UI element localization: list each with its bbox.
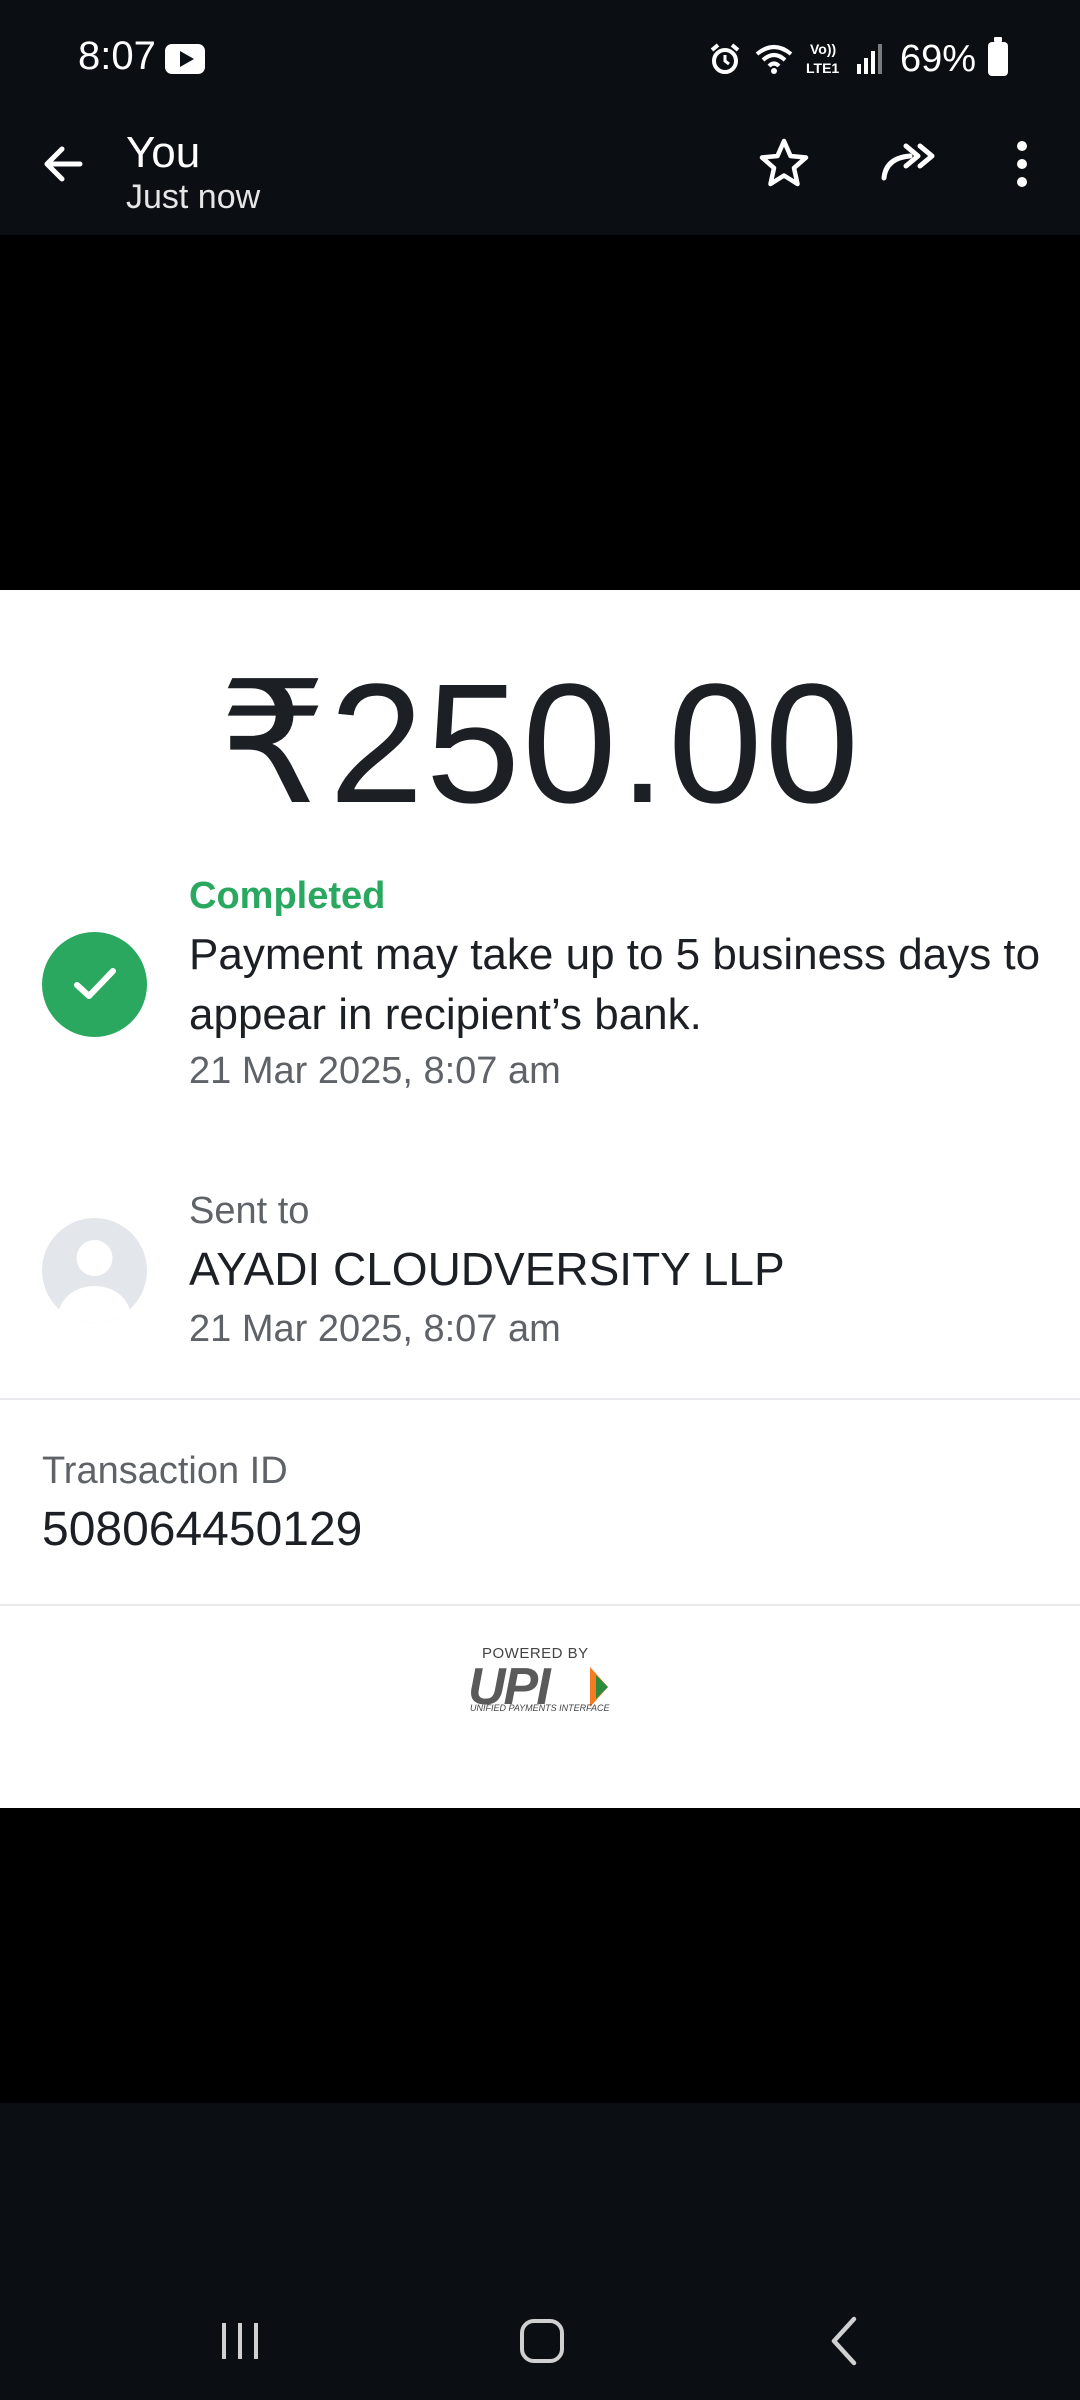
avatar [42, 1218, 147, 1323]
signal-icon [856, 44, 882, 74]
battery-icon [988, 37, 1008, 76]
media-letterbox-bottom [0, 1808, 1080, 2103]
battery-percent: 69% [899, 37, 976, 80]
home-icon[interactable] [502, 2301, 582, 2381]
back-icon[interactable] [806, 2301, 886, 2381]
transaction-id-label: Transaction ID [42, 1450, 288, 1492]
star-icon[interactable] [752, 132, 816, 196]
upi-arrow-icon [590, 1667, 608, 1707]
payment-amount: ₹250.00 [218, 649, 862, 839]
recents-icon[interactable] [200, 2301, 280, 2381]
volte-icon: Vo)) LTE1 [806, 41, 839, 76]
status-bar: 8:07 Vo)) LTE1 69% [0, 0, 1080, 120]
status-message: Payment may take up to 5 business days t… [189, 930, 1041, 1039]
alarm-icon [710, 43, 740, 74]
forward-icon[interactable] [876, 132, 940, 196]
transaction-id: 508064450129 [42, 1503, 363, 1556]
divider [0, 1604, 1080, 1606]
sent-to-label: Sent to [189, 1190, 310, 1232]
recipient-name: AYADI CLOUDVERSITY LLP [189, 1243, 785, 1295]
youtube-notification-icon [165, 44, 205, 74]
divider [0, 1398, 1080, 1400]
system-nav-bar [0, 2103, 1080, 2400]
status-timestamp: 21 Mar 2025, 8:07 am [189, 1050, 561, 1092]
payment-receipt: ₹250.00 Completed Payment may take up to… [0, 590, 1080, 1808]
status-label: Completed [189, 875, 386, 917]
sent-timestamp: 21 Mar 2025, 8:07 am [189, 1308, 561, 1350]
clock: 8:07 [78, 34, 156, 78]
back-arrow-icon[interactable] [36, 136, 92, 192]
svg-text:LTE1: LTE1 [806, 60, 839, 76]
upi-tagline: UNIFIED PAYMENTS INTERFACE [470, 1703, 610, 1713]
chat-subtitle: Just now [126, 178, 261, 216]
app-bar: You Just now [0, 120, 1080, 235]
wifi-icon [755, 45, 793, 74]
more-vert-icon[interactable] [990, 132, 1054, 196]
status-icons: Vo)) LTE1 69% [708, 34, 1008, 84]
media-letterbox-top [0, 235, 1080, 590]
svg-text:Vo)): Vo)) [810, 41, 836, 57]
check-icon [42, 932, 147, 1037]
upi-logo: POWERED BY UPI UNIFIED PAYMENTS INTERFAC… [468, 1645, 612, 1717]
chat-title: You [126, 128, 201, 177]
